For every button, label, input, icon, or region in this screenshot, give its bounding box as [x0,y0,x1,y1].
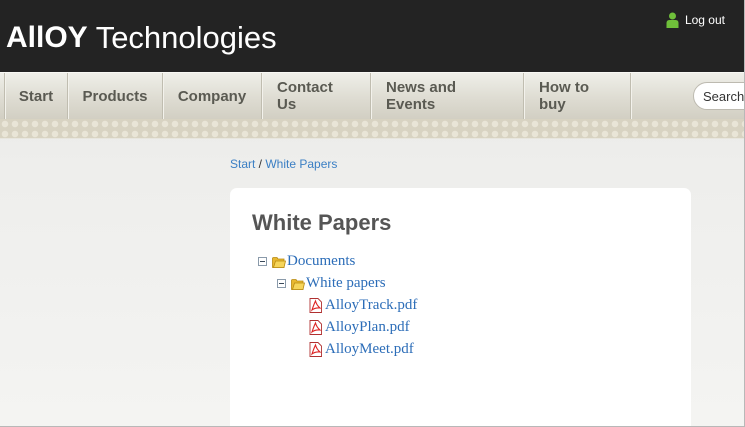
folder-icon [291,278,305,290]
pdf-file-icon [309,342,322,357]
breadcrumb-separator: / [255,157,266,171]
content-card: White Papers Documents White papers Allo… [230,188,691,426]
nav-item-contact-us[interactable]: Contact Us [262,73,371,119]
tree-file-alloytrack[interactable]: AlloyTrack.pdf [309,297,417,314]
nav-item-company[interactable]: Company [163,73,262,119]
decorative-stripe [0,119,744,139]
site-logo[interactable]: AllOY Technologies [6,16,277,56]
logo-technologies-text: Technologies [95,20,277,55]
collapse-icon[interactable] [258,257,267,266]
browser-page: AllOY Technologies Log out Start Product… [0,0,745,427]
tree-node-white-papers[interactable]: White papers [277,275,386,292]
tree-node-documents[interactable]: Documents [258,253,355,270]
breadcrumb-current-link[interactable]: White Papers [265,157,337,171]
file-link-alloytrack: AlloyTrack.pdf [325,297,418,313]
nav-item-products[interactable]: Products [68,73,163,119]
pdf-file-icon [309,320,322,335]
folder-icon [272,256,286,268]
logo-alloy-text: AllOY [6,21,88,54]
search-input[interactable]: Search [693,82,744,110]
pdf-file-icon [309,298,322,313]
main-navigation: Start Products Company Contact Us News a… [0,72,744,119]
tree-file-alloymeet[interactable]: AlloyMeet.pdf [309,341,414,358]
page-title: White Papers [252,210,392,235]
site-header: AllOY Technologies Log out [0,0,744,72]
nav-item-how-to-buy[interactable]: How to buy [524,73,631,119]
nav-item-news-and-events[interactable]: News and Events [371,73,524,119]
logout-label: Log out [684,13,725,27]
nav-item-start[interactable]: Start [5,73,68,119]
user-icon [666,12,679,28]
file-link-alloyplan: AlloyPlan.pdf [325,319,410,335]
tree-file-alloyplan[interactable]: AlloyPlan.pdf [309,319,410,336]
file-link-alloymeet: AlloyMeet.pdf [325,341,414,357]
collapse-icon[interactable] [277,279,286,288]
tree-label-white-papers: White papers [306,275,386,291]
breadcrumb: Start / White Papers [230,157,337,171]
logout-link[interactable]: Log out [666,12,725,28]
breadcrumb-start-link[interactable]: Start [230,157,255,171]
tree-label-documents: Documents [287,253,356,269]
